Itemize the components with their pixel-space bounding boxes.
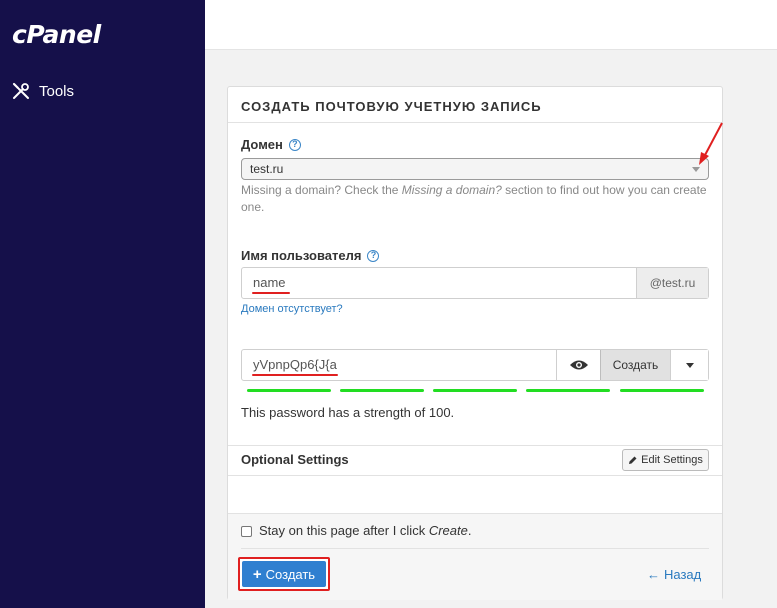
plus-icon: + xyxy=(252,565,262,583)
eye-icon xyxy=(569,360,588,370)
tools-icon xyxy=(12,82,29,99)
divider xyxy=(228,513,722,514)
edit-settings-button[interactable]: Edit Settings xyxy=(622,449,709,471)
divider xyxy=(228,445,722,446)
strength-bar-segment xyxy=(340,389,424,392)
username-label: Имя пользователя ? xyxy=(241,248,380,263)
sidebar-item-label: Tools xyxy=(39,82,75,100)
create-email-card: СОЗДАТЬ ПОЧТОВУЮ УЧЕТНУЮ ЗАПИСЬ Домен ? … xyxy=(227,86,723,600)
divider xyxy=(228,475,722,476)
stay-on-page-label[interactable]: Stay on this page after I click Create. xyxy=(259,523,471,538)
divider xyxy=(228,122,722,123)
create-button-label: Создать xyxy=(265,566,316,582)
hint-text: Missing a domain? Check the xyxy=(241,183,402,197)
stay-label-emphasis: Create xyxy=(428,523,468,538)
stay-label-text: Stay on this page after I click xyxy=(259,523,429,538)
back-link[interactable]: ← Назад xyxy=(647,567,701,582)
caret-down-icon xyxy=(685,362,694,368)
edit-settings-label: Edit Settings xyxy=(641,454,703,466)
domain-label: Домен ? xyxy=(241,137,301,152)
username-label-text: Имя пользователя xyxy=(241,248,362,263)
domain-hint: Missing a domain? Check the Missing a do… xyxy=(241,182,711,216)
chevron-down-icon xyxy=(692,167,700,172)
show-password-button[interactable] xyxy=(556,350,600,380)
divider xyxy=(241,548,709,549)
domain-label-text: Домен xyxy=(241,137,283,152)
pencil-icon xyxy=(629,456,637,464)
strength-bar-segment xyxy=(526,389,610,392)
username-input-group: name @test.ru xyxy=(241,267,709,299)
red-underline-annotation xyxy=(252,374,338,376)
username-input[interactable]: name xyxy=(253,275,286,290)
red-underline-annotation xyxy=(252,292,290,294)
back-link-label: Назад xyxy=(664,567,702,582)
generate-options-button[interactable] xyxy=(670,350,708,380)
strength-bar-segment xyxy=(433,389,517,392)
optional-settings-title: Optional Settings xyxy=(241,452,349,467)
domain-suffix: @test.ru xyxy=(636,268,708,298)
top-bar xyxy=(205,0,777,50)
help-icon[interactable]: ? xyxy=(288,138,301,151)
hint-emphasis: Missing a domain? xyxy=(401,183,502,197)
help-icon[interactable]: ? xyxy=(367,249,380,262)
create-button[interactable]: + Создать xyxy=(238,557,330,591)
stay-on-page-checkbox[interactable] xyxy=(241,526,252,537)
strength-bar-segment xyxy=(620,389,704,392)
strength-bar-segment xyxy=(247,389,331,392)
domain-select[interactable]: test.ru xyxy=(241,158,709,180)
domain-select-value: test.ru xyxy=(250,162,284,176)
generate-password-button[interactable]: Создать xyxy=(600,350,670,380)
password-input-group: yVpnpQp6{J{a Создать xyxy=(241,349,709,381)
sidebar: cPanel Tools xyxy=(0,0,205,608)
cpanel-logo[interactable]: cPanel xyxy=(12,20,101,49)
domain-missing-link[interactable]: Домен отсутствует? xyxy=(241,303,343,315)
strength-text: This password has a strength of 100. xyxy=(241,405,455,420)
red-arrow-annotation xyxy=(699,122,723,165)
stay-label-end: . xyxy=(467,523,472,538)
password-input[interactable]: yVpnpQp6{J{a xyxy=(253,357,337,372)
form-footer: Stay on this page after I click Create. … xyxy=(228,513,722,600)
card-title: СОЗДАТЬ ПОЧТОВУЮ УЧЕТНУЮ ЗАПИСЬ xyxy=(241,99,542,114)
arrow-left-icon: ← xyxy=(647,567,660,582)
sidebar-item-tools[interactable]: Tools xyxy=(12,82,74,100)
create-button-inner[interactable]: + Создать xyxy=(242,561,326,587)
